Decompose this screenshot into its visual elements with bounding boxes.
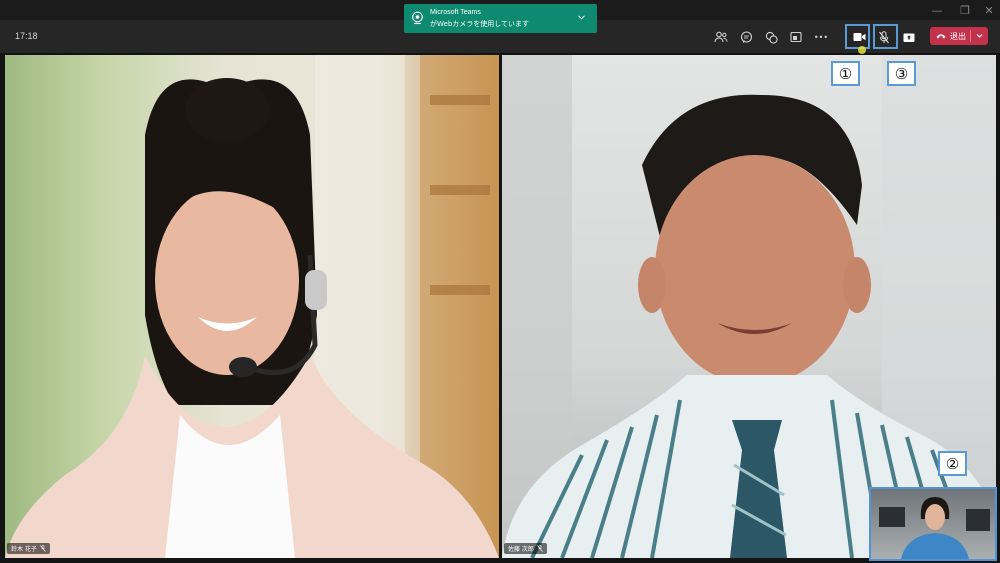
close-icon: ✕	[984, 3, 994, 17]
reactions-icon	[765, 31, 778, 44]
restore-icon: ❐	[960, 3, 970, 17]
more-icon: •••	[813, 32, 829, 42]
reactions-button[interactable]	[761, 27, 781, 47]
participant-video-tile[interactable]: 佐藤 次郎	[502, 55, 996, 558]
participant-name-tag: 佐藤 次郎	[504, 543, 547, 554]
participant-name: 佐藤 次郎	[508, 546, 534, 553]
muted-mic-icon	[537, 545, 543, 552]
self-view-video[interactable]	[869, 487, 997, 561]
toast-message: がWebカメラを使用しています	[430, 20, 530, 28]
chat-icon	[740, 30, 752, 43]
chevron-down-icon[interactable]	[577, 14, 586, 21]
muted-mic-icon	[40, 545, 46, 552]
participant-video	[502, 55, 996, 558]
teams-meeting-window: — ❐ ✕ 17:18 ••• 退出 Microsoft Teams がWebカ…	[0, 0, 1000, 563]
leave-label: 退出	[950, 31, 966, 41]
callout-two: ②	[938, 451, 967, 476]
rooms-icon	[790, 31, 802, 43]
minimize-icon: —	[931, 3, 943, 17]
self-video	[879, 497, 990, 559]
more-actions-button[interactable]: •••	[811, 27, 831, 47]
participant-video-tile[interactable]: 鈴木 花子	[5, 55, 499, 558]
callout-one: ①	[831, 61, 860, 86]
leave-separator	[970, 30, 971, 42]
camera-in-use-toast[interactable]: Microsoft Teams がWebカメラを使用しています	[404, 4, 597, 33]
participants-button[interactable]	[711, 27, 731, 47]
chat-button[interactable]	[736, 27, 756, 47]
cursor-highlight	[858, 46, 866, 54]
restore-button[interactable]: ❐	[954, 2, 976, 18]
participant-name-tag: 鈴木 花子	[7, 543, 50, 554]
phone-hangup-icon	[936, 34, 946, 39]
participant-video	[5, 55, 499, 558]
microphone-highlight-box	[873, 24, 898, 49]
minimize-button[interactable]: —	[926, 2, 948, 18]
participant-name: 鈴木 花子	[11, 546, 37, 553]
rooms-button[interactable]	[786, 27, 806, 47]
toast-title: Microsoft Teams	[430, 9, 481, 16]
share-icon	[903, 33, 915, 42]
webcam-icon	[412, 11, 423, 25]
share-screen-button[interactable]	[899, 27, 919, 47]
chevron-down-icon[interactable]	[975, 29, 984, 43]
participants-icon	[714, 31, 728, 43]
callout-three: ③	[887, 61, 916, 86]
leave-button[interactable]: 退出	[930, 27, 988, 45]
close-window-button[interactable]: ✕	[978, 2, 1000, 18]
camera-highlight-box	[845, 24, 870, 49]
meeting-clock: 17:18	[15, 31, 38, 41]
